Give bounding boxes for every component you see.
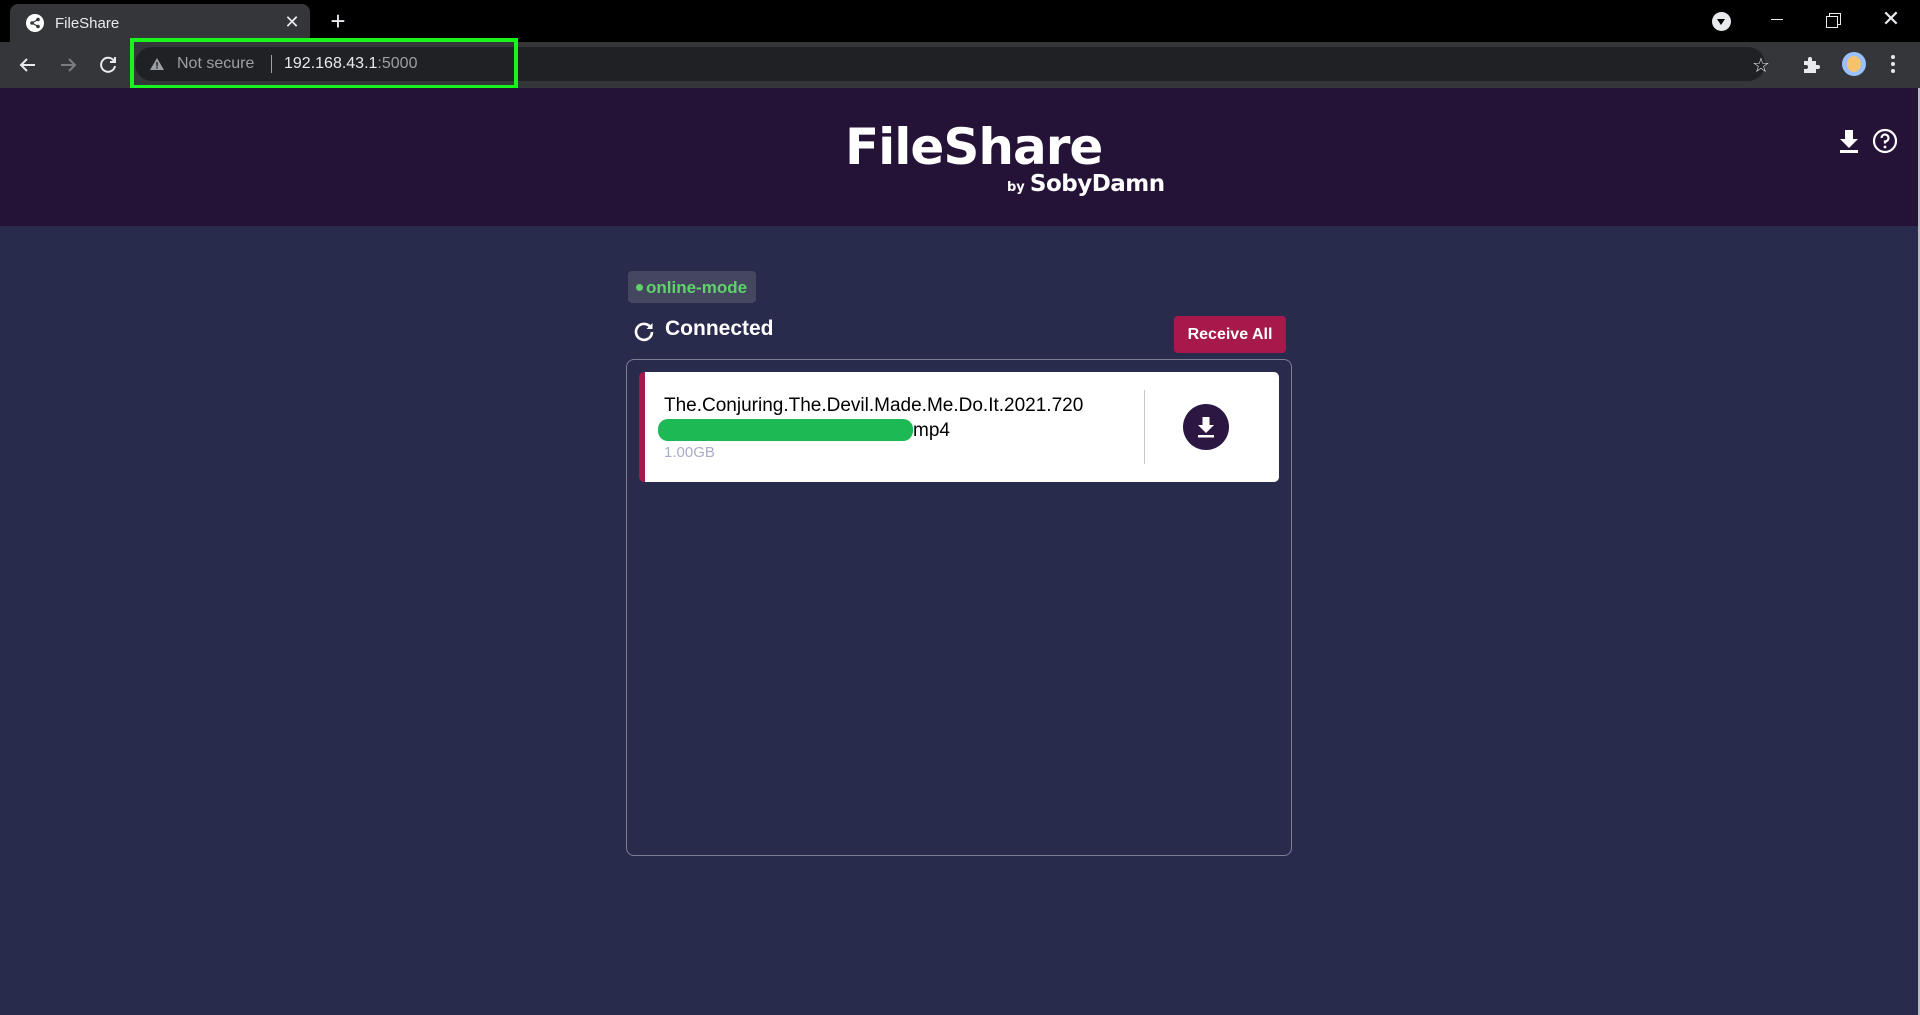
file-name-line2: mp4 <box>658 418 1134 443</box>
refresh-icon[interactable] <box>632 319 656 343</box>
browser-tab-strip: FileShare ✕ + ✕ <box>0 0 1920 42</box>
file-download-button[interactable] <box>1183 404 1229 450</box>
file-list-panel: The.Conjuring.The.Devil.Made.Me.Do.It.20… <box>626 359 1292 856</box>
file-name: The.Conjuring.The.Devil.Made.Me.Do.It.20… <box>658 393 1134 443</box>
byline-author: SobyDamn <box>1029 171 1165 197</box>
online-dot-icon <box>636 284 643 291</box>
app-byline: by SobyDamn <box>1007 171 1165 197</box>
app-header: FileShare by SobyDamn <box>0 88 1918 226</box>
file-name-suffix: mp4 <box>913 420 950 441</box>
fileshare-page: FileShare by SobyDamn online-mode Connec… <box>0 88 1918 1015</box>
browser-tab[interactable]: FileShare ✕ <box>10 4 310 42</box>
file-size: 1.00GB <box>664 444 715 461</box>
menu-kebab-icon[interactable] <box>1884 53 1902 77</box>
status-label: Connected <box>665 317 774 340</box>
window-close-button[interactable]: ✕ <box>1871 6 1911 34</box>
back-arrow-icon[interactable] <box>13 50 43 80</box>
receive-all-button[interactable]: Receive All <box>1174 316 1286 353</box>
address-highlight-box <box>130 38 518 89</box>
bookmark-star-icon[interactable]: ☆ <box>1752 53 1770 78</box>
redaction-mark <box>658 419 913 441</box>
download-icon[interactable] <box>1837 128 1861 154</box>
help-icon[interactable] <box>1872 128 1898 154</box>
restore-button[interactable] <box>1813 6 1853 34</box>
extensions-icon[interactable] <box>1800 54 1822 76</box>
tab-search-dropdown-icon[interactable] <box>1712 12 1731 31</box>
profile-avatar[interactable] <box>1842 52 1866 76</box>
file-name-line1: The.Conjuring.The.Devil.Made.Me.Do.It.20… <box>664 395 1084 416</box>
new-tab-button[interactable]: + <box>325 8 351 34</box>
forward-arrow-icon[interactable] <box>53 50 83 80</box>
file-card: The.Conjuring.The.Devil.Made.Me.Do.It.20… <box>639 372 1279 482</box>
tab-title: FileShare <box>55 15 120 32</box>
app-title: FileShare <box>845 118 1103 176</box>
mode-badge: online-mode <box>628 271 756 303</box>
tab-close-icon[interactable]: ✕ <box>282 12 302 32</box>
mode-label: online-mode <box>646 278 748 297</box>
fileshare-favicon-icon <box>26 14 44 32</box>
minimize-button[interactable] <box>1757 6 1797 34</box>
file-card-divider <box>1144 390 1145 464</box>
byline-prefix: by <box>1007 180 1025 195</box>
download-icon <box>1198 417 1214 438</box>
reload-icon[interactable] <box>93 50 123 80</box>
